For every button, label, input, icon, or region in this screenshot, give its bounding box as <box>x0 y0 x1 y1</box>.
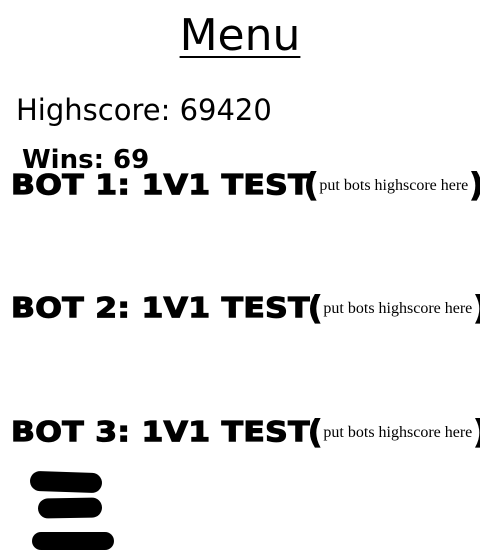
bot-1-paren-close: ) <box>469 168 480 201</box>
bot-2-highscore-placeholder: put bots highscore here <box>323 299 473 317</box>
bot-3-paren-close: ) <box>473 415 480 448</box>
bot-3-title: BOT 3: 1V1 TEST <box>10 414 310 448</box>
bot-2-title: BOT 2: 1V1 TEST <box>10 290 310 324</box>
bot-1-highscore: ( put bots highscore here ) <box>303 168 480 201</box>
bot-1-button[interactable]: BOT 1: 1V1 TEST ( put bots highscore her… <box>10 167 480 201</box>
bot-1-title: BOT 1: 1V1 TEST <box>10 167 310 201</box>
bot-2-button[interactable]: BOT 2: 1V1 TEST ( put bots highscore her… <box>10 290 480 324</box>
bot-3-highscore: ( put bots highscore here ) <box>307 415 480 448</box>
bot-2-paren-close: ) <box>473 291 480 324</box>
scribble-stroke-1 <box>29 470 103 494</box>
highscore-label: Highscore: 69420 <box>16 93 272 127</box>
bot-2-highscore: ( put bots highscore here ) <box>307 291 480 324</box>
bot-3-button[interactable]: BOT 3: 1V1 TEST ( put bots highscore her… <box>10 414 480 448</box>
menu-title: Menu <box>179 10 301 61</box>
scribble-stroke-2 <box>37 497 103 519</box>
scribble-stroke-3 <box>32 532 114 550</box>
bot-1-highscore-placeholder: put bots highscore here <box>319 176 469 194</box>
bot-3-highscore-placeholder: put bots highscore here <box>323 423 473 441</box>
